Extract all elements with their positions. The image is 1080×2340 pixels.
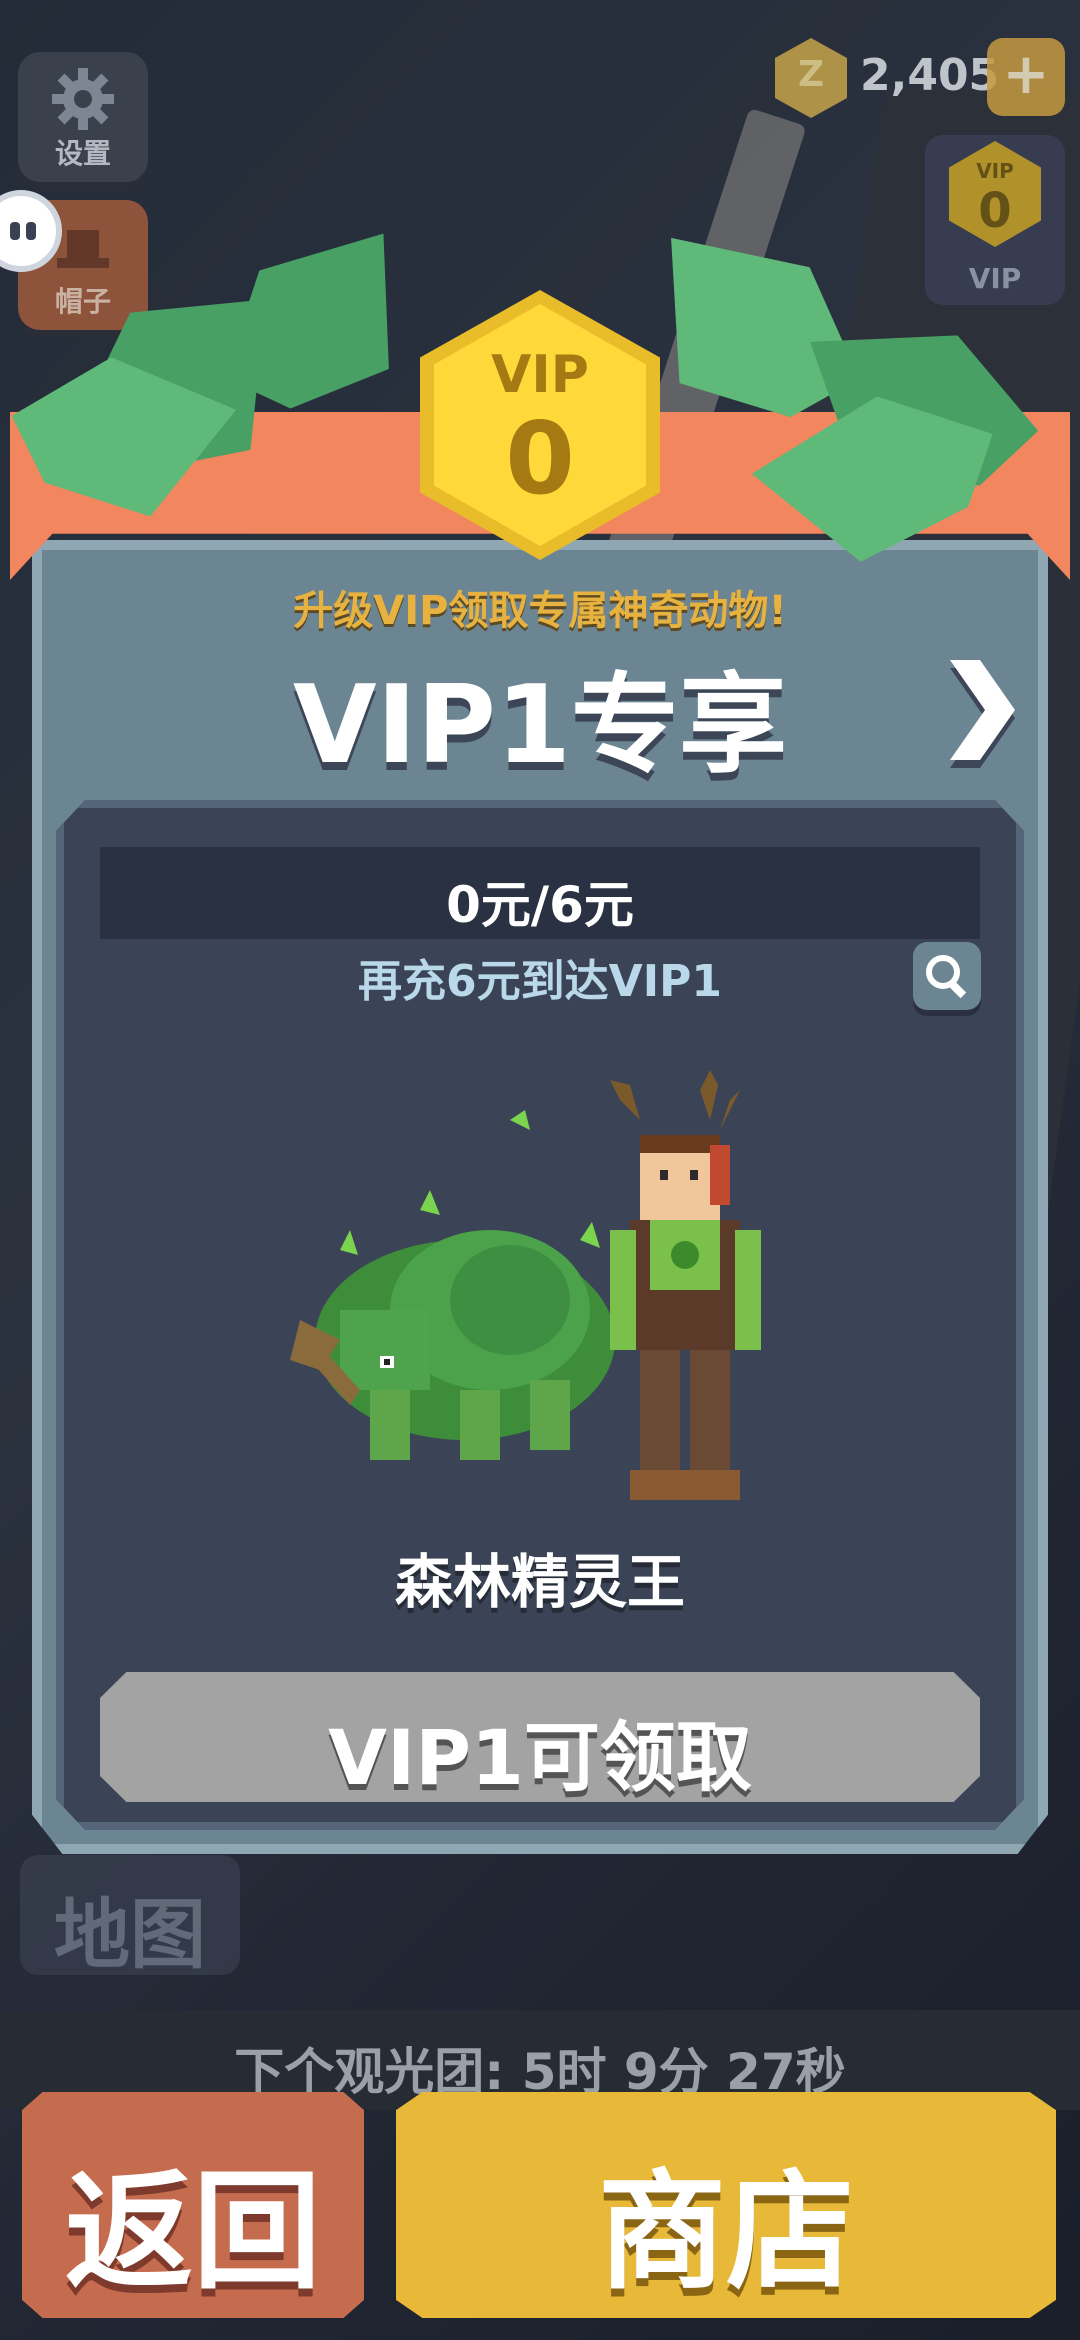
settings-label: 设置 xyxy=(54,137,111,170)
recharge-progress: 0元/6元 xyxy=(100,847,980,939)
modal-title: VIP1专享 xyxy=(292,663,788,788)
map-label: 地图 xyxy=(54,1890,206,1979)
modal-subtitle: 升级VIP领取专属神奇动物! xyxy=(293,588,787,634)
back-button-label: 返回 xyxy=(64,2158,321,2307)
vip-badge-icon: VIP 0 xyxy=(949,141,1041,247)
forest-spirit-king-illustration xyxy=(290,1070,761,1500)
preview-button[interactable] xyxy=(913,942,981,1010)
gear-icon xyxy=(52,68,114,130)
vip-badge-top: VIP xyxy=(491,345,589,405)
avatar-eye xyxy=(26,222,36,240)
claim-button[interactable]: VIP1可领取 xyxy=(100,1672,980,1802)
vip-badge-level: 0 xyxy=(505,400,575,517)
avatar-eye xyxy=(10,222,20,240)
add-coins-button[interactable]: + xyxy=(987,38,1065,116)
vip-mini-label: VIP xyxy=(968,262,1022,295)
shop-button-label: 商店 xyxy=(597,2158,854,2307)
vip-mini-level: 0 xyxy=(978,183,1012,239)
chevron-right-icon[interactable] xyxy=(940,650,1020,770)
settings-button[interactable]: 设置 xyxy=(18,52,148,182)
back-button[interactable]: 返回 xyxy=(22,2092,364,2318)
hat-icon xyxy=(57,230,109,268)
search-icon xyxy=(926,955,967,999)
claim-button-label: VIP1可领取 xyxy=(328,1713,752,1802)
plus-icon: + xyxy=(1002,42,1050,107)
progress-text: 0元/6元 xyxy=(446,876,634,934)
map-button[interactable]: 地图 xyxy=(20,1855,240,1979)
coin-icon: Z xyxy=(775,38,847,118)
vip-shortcut-button[interactable]: VIP 0 VIP xyxy=(925,135,1065,305)
vip-mini-top: VIP xyxy=(976,159,1014,183)
coin-glyph: Z xyxy=(797,54,825,95)
coin-counter: Z 2,405 + xyxy=(775,38,1065,118)
hat-label: 帽子 xyxy=(54,285,111,318)
shop-button[interactable]: 商店 xyxy=(396,2092,1056,2318)
coin-value: 2,405 xyxy=(860,50,1000,101)
pet-name: 森林精灵王 xyxy=(394,1548,685,1616)
